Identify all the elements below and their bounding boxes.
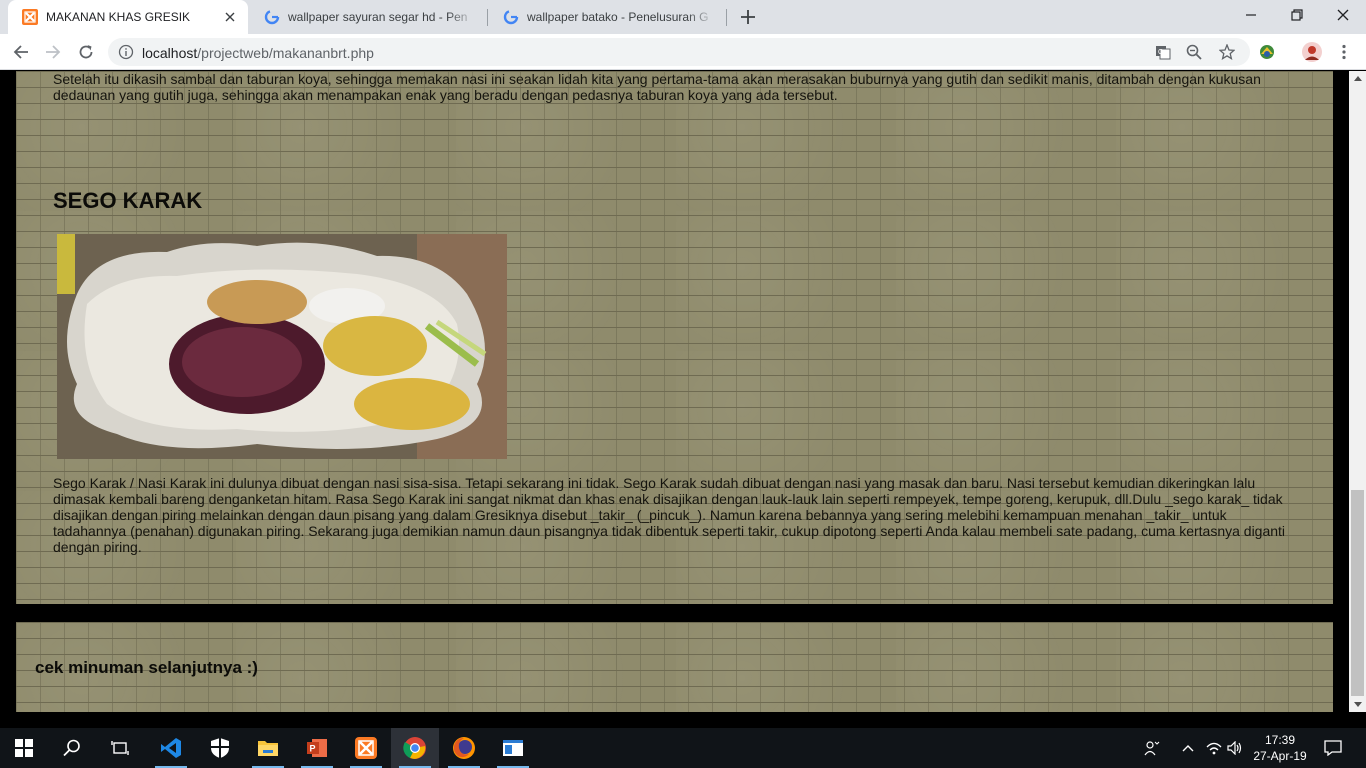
minimize-button[interactable] [1228, 0, 1274, 30]
extension-icon [1260, 45, 1274, 59]
taskbar-app-window[interactable] [489, 728, 537, 768]
windows-taskbar: P 17:39 27-Apr-19 [0, 728, 1366, 768]
taskbar-file-explorer[interactable] [244, 728, 292, 768]
powerpoint-icon: P [307, 739, 327, 757]
action-center-button[interactable] [1320, 728, 1346, 768]
back-button[interactable] [8, 39, 34, 65]
taskbar-powerpoint[interactable]: P [293, 728, 341, 768]
address-bar[interactable]: localhost/projectweb/makananbrt.php G [108, 38, 1250, 66]
chevron-up-icon [1182, 745, 1194, 752]
tab-title: MAKANAN KHAS GRESIK [46, 10, 191, 24]
extension-button[interactable] [1254, 39, 1280, 65]
start-button[interactable] [0, 728, 48, 768]
clock-time: 17:39 [1264, 733, 1296, 747]
next-page-link[interactable]: cek minuman selanjutnya :) [35, 658, 258, 678]
scroll-down-arrow[interactable] [1349, 698, 1366, 712]
info-icon[interactable] [118, 44, 134, 60]
tab-strip: MAKANAN KHAS GRESIK wallpaper sayuran se… [0, 0, 1366, 34]
people-icon [1144, 741, 1160, 756]
profile-button[interactable] [1299, 39, 1325, 65]
taskbar-security[interactable] [196, 728, 244, 768]
network-button[interactable] [1204, 728, 1224, 768]
people-button[interactable] [1140, 728, 1164, 768]
url-host: localhost [142, 45, 198, 61]
svg-text:G: G [1158, 49, 1163, 56]
google-icon [503, 9, 519, 25]
minimize-icon [1246, 14, 1256, 16]
new-tab-button[interactable] [736, 6, 760, 28]
arrow-left-icon [13, 45, 28, 59]
tab-title: wallpaper sayuran segar hd - Pen [288, 10, 468, 24]
svg-text:P: P [310, 744, 316, 754]
xampp-icon [355, 737, 377, 759]
task-view-icon [111, 741, 129, 755]
volume-button[interactable] [1225, 728, 1245, 768]
url-text: localhost/projectweb/makananbrt.php [142, 45, 374, 61]
wifi-icon [1206, 742, 1222, 755]
avatar-icon [1302, 42, 1322, 62]
footer-panel: cek minuman selanjutnya :) [16, 622, 1333, 712]
taskbar-vscode[interactable] [147, 728, 195, 768]
tab-separator [726, 9, 727, 26]
tab-makanan-khas-gresik[interactable]: MAKANAN KHAS GRESIK [8, 0, 248, 34]
kebab-menu-icon [1342, 44, 1346, 60]
plus-icon [741, 10, 755, 24]
taskbar-chrome[interactable] [391, 728, 439, 768]
tab-wallpaper-batako[interactable]: wallpaper batako - Penelusuran G [489, 0, 725, 34]
caret-up-icon [1353, 76, 1362, 81]
start-icon [15, 739, 33, 757]
clock-date: 27-Apr-19 [1253, 749, 1307, 763]
reload-button[interactable] [73, 39, 99, 65]
system-clock[interactable]: 17:39 27-Apr-19 [1248, 732, 1312, 764]
menu-button[interactable] [1331, 39, 1357, 65]
tab-title: wallpaper batako - Penelusuran G [527, 10, 709, 24]
caret-down-icon [1353, 702, 1362, 707]
app-window-icon [503, 740, 523, 756]
scrollbar-thumb[interactable] [1351, 490, 1364, 696]
tab-wallpaper-sayuran[interactable]: wallpaper sayuran segar hd - Pen [250, 0, 486, 34]
section-paragraph: Sego Karak / Nasi Karak ini dulunya dibu… [53, 475, 1286, 555]
task-view-button[interactable] [96, 728, 144, 768]
vertical-scrollbar[interactable] [1349, 71, 1366, 712]
tab-separator [487, 9, 488, 26]
notification-icon [1324, 740, 1342, 756]
taskbar-firefox[interactable] [440, 728, 488, 768]
volume-icon [1227, 741, 1242, 755]
google-icon [264, 9, 280, 25]
security-icon [211, 738, 229, 758]
reload-icon [79, 45, 93, 59]
bookmark-star-icon[interactable] [1218, 43, 1236, 61]
close-tab-icon[interactable] [222, 9, 238, 25]
xampp-icon [22, 9, 38, 25]
page-viewport: Setelah itu dikasih sambal dan taburan k… [0, 71, 1349, 712]
search-icon [63, 739, 80, 757]
file-explorer-icon [258, 741, 278, 756]
content-panel: Setelah itu dikasih sambal dan taburan k… [16, 71, 1333, 604]
sego-karak-image [57, 234, 507, 459]
firefox-icon [453, 737, 475, 759]
forward-button[interactable] [40, 39, 66, 65]
intro-paragraph: Setelah itu dikasih sambal dan taburan k… [53, 71, 1261, 103]
translate-icon[interactable]: G [1154, 43, 1172, 61]
search-button[interactable] [48, 728, 96, 768]
browser-toolbar: localhost/projectweb/makananbrt.php G [0, 34, 1366, 70]
scroll-up-arrow[interactable] [1349, 71, 1366, 85]
close-window-button[interactable] [1320, 0, 1366, 30]
taskbar-xampp[interactable] [342, 728, 390, 768]
zoom-icon[interactable] [1185, 43, 1203, 61]
section-title: SEGO KARAK [53, 188, 203, 213]
url-path: /projectweb/makananbrt.php [197, 45, 374, 61]
restore-icon [1291, 9, 1303, 21]
show-hidden-icons-button[interactable] [1178, 728, 1198, 768]
restore-button[interactable] [1274, 0, 1320, 30]
vscode-icon [161, 738, 181, 758]
arrow-right-icon [46, 45, 61, 59]
chrome-icon [403, 737, 426, 759]
close-icon [1337, 9, 1349, 21]
